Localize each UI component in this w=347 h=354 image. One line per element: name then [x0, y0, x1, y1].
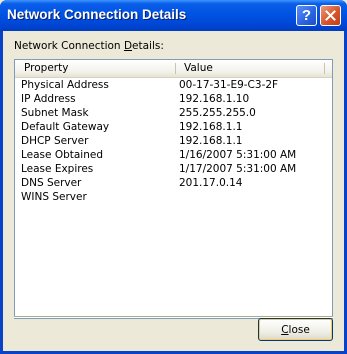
column-separator[interactable] — [324, 63, 325, 74]
value-cell: 192.168.1.1 — [179, 121, 243, 133]
details-listview[interactable]: Property Value Physical Address 00-17-31-… — [14, 59, 333, 319]
close-button[interactable]: Close — [258, 318, 333, 341]
list-item[interactable]: DNS Server 201.17.0.14 — [15, 176, 332, 190]
value-cell: 00-17-31-E9-C3-2F — [179, 79, 279, 91]
property-cell: DNS Server — [21, 177, 82, 189]
label-text-pre: Network Connection — [14, 40, 124, 52]
value-cell: 201.17.0.14 — [179, 177, 243, 189]
list-item[interactable]: Lease Expires 1/17/2007 5:31:00 AM — [15, 162, 332, 176]
property-cell: DHCP Server — [21, 135, 89, 147]
property-cell: Physical Address — [21, 79, 109, 91]
column-separator[interactable] — [175, 63, 176, 74]
window-title: Network Connection Details — [7, 7, 187, 22]
dialog-window: Network Connection Details ? Network Con… — [0, 0, 347, 354]
property-cell: Default Gateway — [21, 121, 110, 133]
window-close-button[interactable] — [320, 5, 341, 26]
column-header-value[interactable]: Value — [184, 62, 213, 74]
value-cell: 192.168.1.1 — [179, 135, 243, 147]
list-item[interactable]: WINS Server — [15, 190, 332, 204]
value-cell: 1/16/2007 5:31:00 AM — [179, 149, 297, 161]
property-cell: Lease Obtained — [21, 149, 104, 161]
title-bar[interactable]: Network Connection Details ? — [0, 0, 347, 31]
property-cell: Subnet Mask — [21, 107, 89, 119]
list-rows: Physical Address 00-17-31-E9-C3-2F IP Addr… — [15, 78, 332, 204]
column-header-property[interactable]: Property — [24, 62, 68, 74]
details-list-label: Network Connection Details: — [14, 40, 164, 52]
list-item[interactable]: IP Address 192.168.1.10 — [15, 92, 332, 106]
label-accelerator: D — [123, 40, 133, 52]
dialog-body: Network Connection Details: Property Val… — [3, 31, 344, 351]
value-cell: 255.255.255.0 — [179, 107, 256, 119]
close-button-label: lose — [288, 323, 310, 336]
list-item[interactable]: Default Gateway 192.168.1.1 — [15, 120, 332, 134]
list-item[interactable]: DHCP Server 192.168.1.1 — [15, 134, 332, 148]
property-cell: WINS Server — [21, 191, 87, 203]
list-header: Property Value — [15, 60, 332, 78]
help-icon: ? — [301, 7, 312, 24]
list-item[interactable]: Lease Obtained 1/16/2007 5:31:00 AM — [15, 148, 332, 162]
close-button-accel: C — [281, 323, 289, 336]
close-icon — [325, 10, 336, 21]
label-text-post: etails: — [132, 40, 164, 52]
list-item[interactable]: Subnet Mask 255.255.255.0 — [15, 106, 332, 120]
property-cell: Lease Expires — [21, 163, 94, 175]
list-item[interactable]: Physical Address 00-17-31-E9-C3-2F — [15, 78, 332, 92]
help-button[interactable]: ? — [296, 5, 317, 26]
value-cell: 1/17/2007 5:31:00 AM — [179, 163, 297, 175]
property-cell: IP Address — [21, 93, 76, 105]
value-cell: 192.168.1.10 — [179, 93, 250, 105]
